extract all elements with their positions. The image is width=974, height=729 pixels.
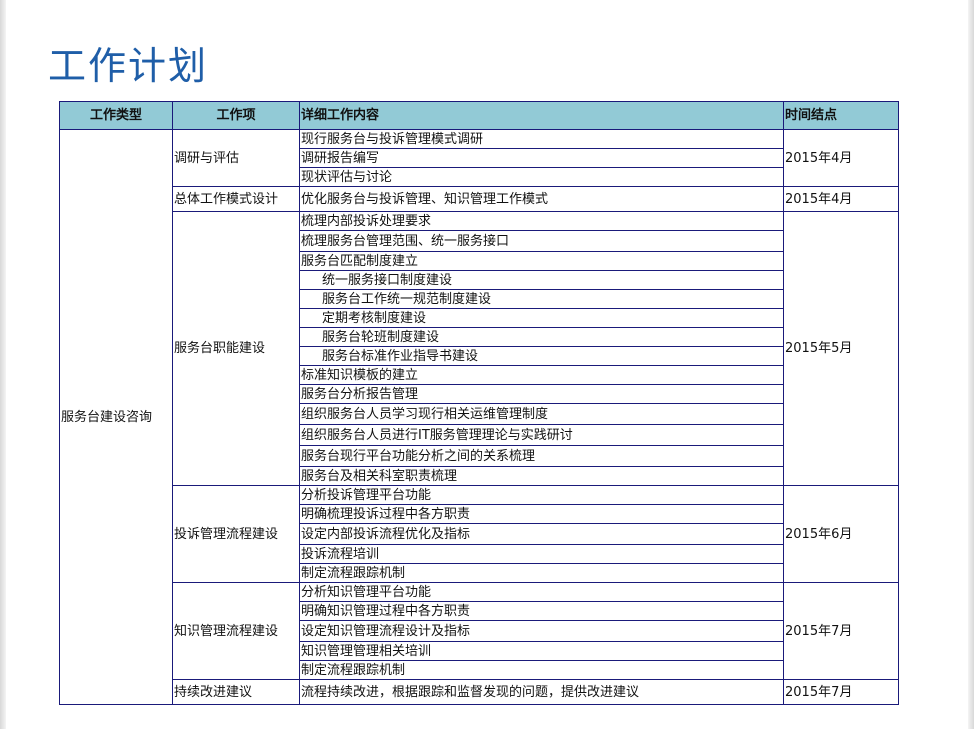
detail-cell: 梳理服务台管理范围、统一服务接口 bbox=[299, 230, 784, 252]
detail-cell: 定期考核制度建设 bbox=[299, 308, 784, 328]
header-work-item: 工作项 bbox=[172, 101, 300, 130]
table-row: 总体工作模式设计 优化服务台与投诉管理、知识管理工作模式 2015年4月 bbox=[60, 186, 899, 212]
detail-cell: 标准知识模板的建立 bbox=[299, 365, 784, 385]
table-row: 投诉管理流程建设 分析投诉管理平台功能 2015年6月 bbox=[60, 485, 899, 583]
work-type-cell: 服务台建设咨询 bbox=[59, 129, 173, 705]
table-row: 知识管理流程建设 分析知识管理平台功能 2015年7月 bbox=[60, 582, 899, 680]
table-row: 持续改进建议 流程持续改进，根据跟踪和监督发现的问题，提供改进建议 2015年7… bbox=[60, 679, 899, 705]
detail-cell: 调研报告编写 bbox=[299, 148, 784, 168]
detail-cell: 服务台及相关科室职责梳理 bbox=[299, 466, 784, 486]
time-node-cell: 2015年4月 bbox=[783, 129, 899, 187]
detail-cell: 流程持续改进，根据跟踪和监督发现的问题，提供改进建议 bbox=[299, 679, 784, 705]
detail-cell: 组织服务台人员学习现行相关运维管理制度 bbox=[299, 403, 784, 425]
work-item-cell: 持续改进建议 bbox=[172, 679, 300, 705]
work-item-cell: 调研与评估 bbox=[172, 129, 300, 187]
time-node-cell: 2015年7月 bbox=[783, 582, 899, 680]
work-plan-table: 工作类型 工作项 详细工作内容 时间结点 服务台建设咨询 调研与评估 现行服务台… bbox=[59, 101, 899, 705]
detail-cell: 分析投诉管理平台功能 bbox=[299, 485, 784, 505]
detail-cell: 服务台工作统一规范制度建设 bbox=[299, 289, 784, 309]
page-edge-right bbox=[968, 0, 974, 729]
detail-cell: 明确梳理投诉过程中各方职责 bbox=[299, 504, 784, 524]
table-header-row: 工作类型 工作项 详细工作内容 时间结点 bbox=[59, 101, 899, 130]
work-item-cell: 总体工作模式设计 bbox=[172, 186, 300, 212]
detail-cell: 投诉流程培训 bbox=[299, 544, 784, 564]
detail-cell: 制定流程跟踪机制 bbox=[299, 660, 784, 680]
time-node-cell: 2015年4月 bbox=[783, 186, 899, 212]
detail-cell: 服务台轮班制度建设 bbox=[299, 327, 784, 347]
detail-cell: 设定内部投诉流程优化及指标 bbox=[299, 523, 784, 545]
detail-cell: 分析知识管理平台功能 bbox=[299, 582, 784, 602]
header-time-node: 时间结点 bbox=[783, 101, 899, 130]
detail-cell: 制定流程跟踪机制 bbox=[299, 563, 784, 583]
detail-cell: 知识管理管理相关培训 bbox=[299, 641, 784, 661]
detail-cell: 现行服务台与投诉管理模式调研 bbox=[299, 129, 784, 149]
page-title: 工作计划 bbox=[48, 44, 209, 88]
time-node-cell: 2015年6月 bbox=[783, 485, 899, 583]
detail-cell: 梳理内部投诉处理要求 bbox=[299, 211, 784, 231]
time-node-cell: 2015年5月 bbox=[783, 211, 899, 486]
page-edge-left bbox=[0, 0, 6, 729]
work-item-cell: 服务台职能建设 bbox=[172, 211, 300, 486]
header-work-detail: 详细工作内容 bbox=[299, 101, 784, 130]
detail-cell: 组织服务台人员进行IT服务管理理论与实践研讨 bbox=[299, 424, 784, 446]
time-node-cell: 2015年7月 bbox=[783, 679, 899, 705]
table-row: 服务台职能建设 梳理内部投诉处理要求 2015年5月 bbox=[60, 211, 899, 486]
work-item-cell: 知识管理流程建设 bbox=[172, 582, 300, 680]
detail-cell: 设定知识管理流程设计及指标 bbox=[299, 620, 784, 642]
detail-cell: 明确知识管理过程中各方职责 bbox=[299, 601, 784, 621]
detail-cell: 服务台标准作业指导书建设 bbox=[299, 346, 784, 366]
header-work-type: 工作类型 bbox=[59, 101, 173, 130]
table-row: 服务台建设咨询 调研与评估 现行服务台与投诉管理模式调研 2015年4月 bbox=[59, 129, 899, 705]
detail-cell: 现状评估与讨论 bbox=[299, 167, 784, 187]
detail-cell: 服务台匹配制度建立 bbox=[299, 251, 784, 271]
detail-cell: 统一服务接口制度建设 bbox=[299, 270, 784, 290]
detail-cell: 服务台现行平台功能分析之间的关系梳理 bbox=[299, 445, 784, 467]
work-item-cell: 投诉管理流程建设 bbox=[172, 485, 300, 583]
detail-cell: 优化服务台与投诉管理、知识管理工作模式 bbox=[299, 186, 784, 212]
detail-cell: 服务台分析报告管理 bbox=[299, 384, 784, 404]
